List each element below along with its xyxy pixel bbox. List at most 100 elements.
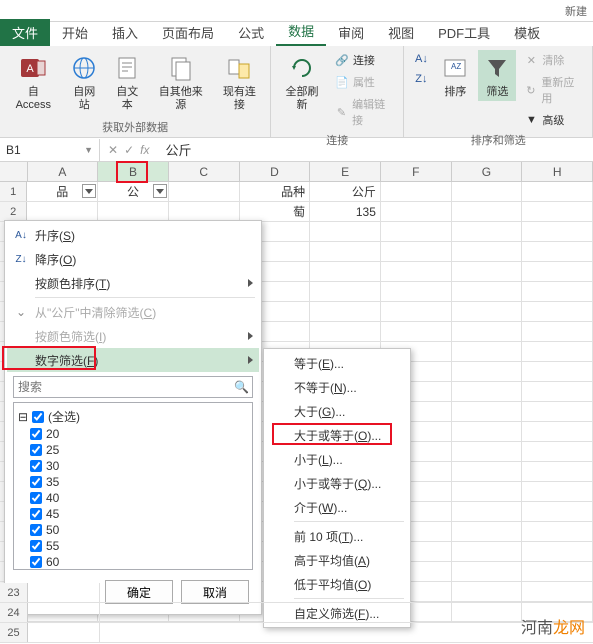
cell[interactable] (310, 222, 381, 241)
cell[interactable] (310, 262, 381, 281)
value-checkbox[interactable] (30, 556, 42, 568)
cell[interactable] (452, 342, 523, 361)
cell[interactable] (381, 302, 452, 321)
clear-filter-button[interactable]: ✕清除 (520, 50, 586, 70)
cell[interactable] (28, 603, 100, 622)
greater-item[interactable]: 大于(G)... (266, 399, 408, 423)
cell[interactable] (381, 282, 452, 301)
filter-dropdown[interactable] (82, 184, 96, 198)
cell[interactable]: 萄 (240, 202, 311, 221)
cell[interactable] (452, 182, 523, 201)
sort-asc-button[interactable]: A↓ (410, 50, 432, 68)
row-header[interactable]: 25 (0, 623, 28, 642)
cell[interactable] (522, 342, 593, 361)
sort-by-color-item[interactable]: 按颜色排序(T) (7, 271, 259, 295)
cell[interactable] (452, 462, 523, 481)
cell[interactable] (522, 402, 593, 421)
value-checkbox[interactable] (30, 540, 42, 552)
cell[interactable]: 公 (98, 182, 169, 201)
filter-button[interactable]: 筛选 (478, 50, 516, 101)
col-header[interactable]: C (169, 162, 240, 181)
cell[interactable] (522, 382, 593, 401)
cell[interactable] (522, 562, 593, 581)
cell[interactable] (522, 482, 593, 501)
refresh-all-button[interactable]: 全部刷新 (277, 50, 327, 114)
less-item[interactable]: 小于(L)... (266, 447, 408, 471)
tab-formulas[interactable]: 公式 (226, 19, 276, 46)
col-header[interactable]: D (240, 162, 311, 181)
cell[interactable]: 品种 (240, 182, 311, 201)
cell[interactable] (169, 202, 240, 221)
properties-button[interactable]: 📄属性 (331, 72, 397, 92)
cancel-icon[interactable]: ✕ (108, 143, 118, 157)
cell[interactable] (452, 442, 523, 461)
formula-input[interactable]: 公斤 (157, 140, 593, 159)
from-other-button[interactable]: 自其他来源 (151, 50, 211, 114)
row-header[interactable]: 1 (0, 182, 27, 201)
cell[interactable] (452, 542, 523, 561)
advanced-filter-button[interactable]: ▼高级 (520, 110, 586, 130)
cell[interactable] (310, 282, 381, 301)
cell[interactable] (522, 182, 593, 201)
cell[interactable] (522, 222, 593, 241)
cell[interactable] (452, 422, 523, 441)
existing-connections-button[interactable]: 现有连接 (215, 50, 264, 114)
tab-pagelayout[interactable]: 页面布局 (150, 19, 226, 46)
tab-pdf[interactable]: PDF工具 (426, 19, 502, 46)
cell[interactable] (452, 302, 523, 321)
cell[interactable] (452, 262, 523, 281)
cell[interactable] (522, 202, 593, 221)
cell[interactable] (452, 562, 523, 581)
tab-view[interactable]: 视图 (376, 19, 426, 46)
cell[interactable] (452, 402, 523, 421)
greater-eq-item[interactable]: 大于或等于(O)... (266, 423, 408, 447)
filter-values-tree[interactable]: ⊟(全选) 202530354045505560 (13, 402, 253, 570)
value-checkbox[interactable] (30, 444, 42, 456)
cell[interactable] (522, 362, 593, 381)
cell[interactable] (169, 182, 240, 201)
value-checkbox[interactable] (30, 476, 42, 488)
cell[interactable] (381, 182, 452, 201)
cell[interactable] (452, 482, 523, 501)
cell[interactable] (452, 522, 523, 541)
value-checkbox[interactable] (30, 428, 42, 440)
col-header[interactable]: H (522, 162, 593, 181)
from-text-button[interactable]: 自文本 (108, 50, 147, 114)
sort-desc-button[interactable]: Z↓ (410, 70, 432, 88)
number-filters-item[interactable]: 数字筛选(F) (7, 348, 259, 372)
cell[interactable] (381, 222, 452, 241)
cell[interactable] (381, 242, 452, 261)
cell[interactable] (28, 623, 100, 642)
tab-home[interactable]: 开始 (50, 19, 100, 46)
cell[interactable] (310, 242, 381, 261)
cell[interactable] (27, 202, 98, 221)
sort-desc-item[interactable]: Z↓ 降序(O) (7, 247, 259, 271)
between-item[interactable]: 介于(W)... (266, 495, 408, 519)
filter-dropdown[interactable] (153, 184, 167, 198)
from-web-button[interactable]: 自网站 (65, 50, 104, 114)
cell[interactable]: 公斤 (310, 182, 381, 201)
value-checkbox[interactable] (30, 492, 42, 504)
tab-insert[interactable]: 插入 (100, 19, 150, 46)
cell[interactable] (452, 382, 523, 401)
cell[interactable] (522, 522, 593, 541)
cell[interactable] (522, 502, 593, 521)
sort-button[interactable]: AZ 排序 (436, 50, 474, 101)
cell[interactable]: 135 (310, 202, 381, 221)
cell[interactable]: 品 (27, 182, 98, 201)
cell[interactable] (452, 282, 523, 301)
cell[interactable] (452, 242, 523, 261)
tab-data[interactable]: 数据 (276, 17, 326, 46)
cell[interactable] (522, 262, 593, 281)
tab-review[interactable]: 审阅 (326, 19, 376, 46)
value-checkbox[interactable] (30, 508, 42, 520)
col-header[interactable]: F (381, 162, 452, 181)
col-header[interactable]: E (310, 162, 381, 181)
cell[interactable] (522, 282, 593, 301)
cell[interactable] (522, 322, 593, 341)
value-checkbox[interactable] (30, 524, 42, 536)
cell[interactable] (310, 322, 381, 341)
cell[interactable] (452, 362, 523, 381)
cell[interactable] (522, 242, 593, 261)
reapply-button[interactable]: ↻重新应用 (520, 72, 586, 108)
